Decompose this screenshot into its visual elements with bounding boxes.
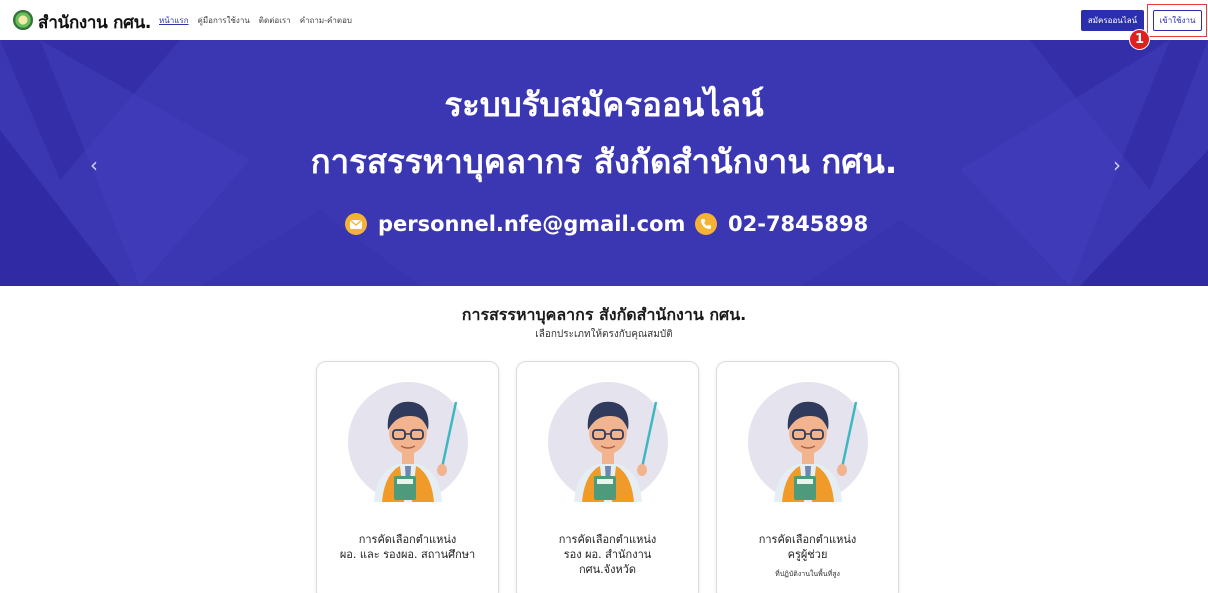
card-title-line2: รอง ผอ. สำนักงาน [563,548,652,561]
position-card-deputy-director[interactable]: การคัดเลือกตำแหน่ง รอง ผอ. สำนักงาน กศน.… [516,361,699,593]
envelope-icon [345,213,367,235]
position-card-assistant-teacher[interactable]: การคัดเลือกตำแหน่ง ครูผู้ช่วย ที่ปฏิบัติ… [716,361,899,593]
nav-link-home[interactable]: หน้าแรก [159,14,189,27]
brand-name[interactable]: สำนักงาน กศน. [38,9,151,36]
card-title-line1: การคัดเลือกตำแหน่ง [558,533,657,546]
register-online-button[interactable]: สมัครออนไลน์ [1081,10,1144,31]
section-title: การสรรหาบุคลากร สังกัดสำนักงาน กศน. [461,305,747,324]
ministry-seal-icon[interactable] [13,10,33,30]
position-card-director[interactable]: การคัดเลือกตำแหน่ง ผอ. และ รองผอ. สถานศึ… [316,361,499,593]
card-title-line2: ครูผู้ช่วย [787,548,828,561]
card-title: การคัดเลือกตำแหน่ง ครูผู้ช่วย [717,532,898,562]
nav-link-faq[interactable]: คำถาม-คำตอบ [300,14,352,27]
hero-banner: ‹ › ระบบรับสมัครออนไลน์ การสรรหาบุคลากร … [0,40,1208,286]
phone-icon [695,213,717,235]
contact-phone: 02-7845898 [695,212,868,236]
teacher-avatar-icon [748,382,868,502]
card-title-line3: กศน.จังหวัด [578,563,637,576]
contact-email: personnel.nfe@gmail.com [345,212,685,236]
card-title: การคัดเลือกตำแหน่ง ผอ. และ รองผอ. สถานศึ… [317,532,498,562]
teacher-avatar-icon [548,382,668,502]
card-title-line2: ผอ. และ รองผอ. สถานศึกษา [339,548,476,561]
nav-link-contact[interactable]: ติดต่อเรา [259,14,291,27]
step-number-badge: 1 [1129,29,1150,50]
card-note: ที่ปฏิบัติงานในพื้นที่สูง [775,570,840,578]
nav-link-manual[interactable]: คู่มือการใช้งาน [198,14,250,27]
login-button[interactable]: เข้าใช้งาน [1153,10,1202,31]
teacher-avatar-icon [348,382,468,502]
card-title-line1: การคัดเลือกตำแหน่ง [358,533,457,546]
top-navbar: สำนักงาน กศน. หน้าแรก คู่มือการใช้งาน ติ… [0,0,1208,50]
banner-title-line1: ระบบรับสมัครออนไลน์ [444,85,764,124]
contact-phone-text: 02-7845898 [728,212,869,236]
banner-title-line2: การสรรหาบุคลากร สังกัดสำนักงาน กศน. [310,142,898,181]
contact-email-text: personnel.nfe@gmail.com [378,212,686,236]
nav-links: หน้าแรก คู่มือการใช้งาน ติดต่อเรา คำถาม-… [159,14,352,27]
card-title: การคัดเลือกตำแหน่ง รอง ผอ. สำนักงาน กศน.… [517,532,698,577]
section-subtitle: เลือกประเภทให้ตรงกับคุณสมบัติ [535,329,673,340]
card-title-line1: การคัดเลือกตำแหน่ง [758,533,857,546]
